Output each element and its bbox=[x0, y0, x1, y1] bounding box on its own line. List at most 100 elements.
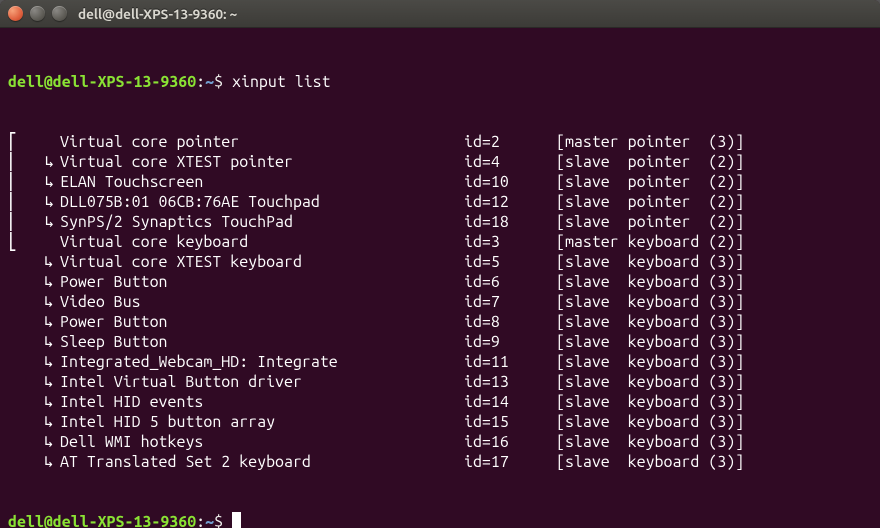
device-role: [slave pointer (2)] bbox=[556, 192, 872, 212]
device-role: [slave keyboard (3)] bbox=[556, 452, 872, 472]
device-id: id=12 bbox=[464, 192, 556, 212]
device-id: id=14 bbox=[464, 392, 556, 412]
tree-glyph: ⎜ ↳ bbox=[8, 152, 60, 172]
device-name: Virtual core keyboard bbox=[60, 232, 464, 252]
device-row: ↳ Dell WMI hotkeysid=16[slave keyboard (… bbox=[8, 432, 872, 452]
device-name: SynPS/2 Synaptics TouchPad bbox=[60, 212, 464, 232]
tree-glyph: ↳ bbox=[8, 292, 60, 312]
device-id: id=2 bbox=[464, 132, 556, 152]
close-icon[interactable] bbox=[8, 6, 23, 21]
device-name: Power Button bbox=[60, 312, 464, 332]
command: xinput list bbox=[232, 72, 331, 92]
device-row: ↳ Integrated_Webcam_HD: Integrateid=11[s… bbox=[8, 352, 872, 372]
prompt-sigil: $ bbox=[214, 72, 223, 92]
device-role: [master keyboard (2)] bbox=[556, 232, 872, 252]
titlebar: dell@dell-XPS-13-9360: ~ bbox=[0, 0, 880, 28]
tree-glyph: ↳ bbox=[8, 412, 60, 432]
device-id: id=13 bbox=[464, 372, 556, 392]
tree-glyph: ↳ bbox=[8, 252, 60, 272]
prompt-line-2: dell@dell-XPS-13-9360:~$ bbox=[8, 512, 872, 528]
device-name: Intel HID events bbox=[60, 392, 464, 412]
device-role: [slave keyboard (3)] bbox=[556, 332, 872, 352]
device-role: [slave keyboard (3)] bbox=[556, 392, 872, 412]
tree-glyph: ⎡ bbox=[8, 132, 60, 152]
device-row: ↳ Intel HID eventsid=14[slave keyboard (… bbox=[8, 392, 872, 412]
device-row: ⎜ ↳ SynPS/2 Synaptics TouchPadid=18[slav… bbox=[8, 212, 872, 232]
tree-glyph: ↳ bbox=[8, 332, 60, 352]
device-name: Virtual core XTEST keyboard bbox=[60, 252, 464, 272]
prompt-sigil: $ bbox=[214, 512, 223, 528]
window-title: dell@dell-XPS-13-9360: ~ bbox=[78, 6, 237, 22]
device-role: [slave keyboard (3)] bbox=[556, 432, 872, 452]
device-name: Dell WMI hotkeys bbox=[60, 432, 464, 452]
device-role: [slave keyboard (3)] bbox=[556, 272, 872, 292]
xinput-output: ⎡ Virtual core pointerid=2[master pointe… bbox=[8, 132, 872, 472]
device-row: ↳ Power Buttonid=6[slave keyboard (3)] bbox=[8, 272, 872, 292]
device-name: Intel HID 5 button array bbox=[60, 412, 464, 432]
tree-glyph: ↳ bbox=[8, 392, 60, 412]
tree-glyph: ↳ bbox=[8, 452, 60, 472]
terminal-window: dell@dell-XPS-13-9360: ~ dell@dell-XPS-1… bbox=[0, 0, 880, 528]
device-name: Power Button bbox=[60, 272, 464, 292]
device-id: id=17 bbox=[464, 452, 556, 472]
device-row: ⎜ ↳ DLL075B:01 06CB:76AE Touchpadid=12[s… bbox=[8, 192, 872, 212]
device-name: Virtual core XTEST pointer bbox=[60, 152, 464, 172]
command-text bbox=[223, 72, 232, 92]
device-name: Virtual core pointer bbox=[60, 132, 464, 152]
prompt-path: ~ bbox=[205, 512, 214, 528]
device-role: [slave keyboard (3)] bbox=[556, 312, 872, 332]
device-role: [master pointer (3)] bbox=[556, 132, 872, 152]
tree-glyph: ↳ bbox=[8, 352, 60, 372]
device-role: [slave pointer (2)] bbox=[556, 212, 872, 232]
device-row: ↳ Virtual core XTEST keyboardid=5[slave … bbox=[8, 252, 872, 272]
device-name: ELAN Touchscreen bbox=[60, 172, 464, 192]
device-id: id=7 bbox=[464, 292, 556, 312]
device-row: ⎜ ↳ ELAN Touchscreenid=10[slave pointer … bbox=[8, 172, 872, 192]
prompt-user-host: dell@dell-XPS-13-9360 bbox=[8, 72, 196, 92]
device-name: AT Translated Set 2 keyboard bbox=[60, 452, 464, 472]
device-id: id=3 bbox=[464, 232, 556, 252]
tree-glyph: ↳ bbox=[8, 432, 60, 452]
device-id: id=5 bbox=[464, 252, 556, 272]
device-row: ↳ Video Busid=7[slave keyboard (3)] bbox=[8, 292, 872, 312]
device-id: id=4 bbox=[464, 152, 556, 172]
tree-glyph: ⎜ ↳ bbox=[8, 172, 60, 192]
tree-glyph: ↳ bbox=[8, 312, 60, 332]
device-role: [slave keyboard (3)] bbox=[556, 352, 872, 372]
device-name: DLL075B:01 06CB:76AE Touchpad bbox=[60, 192, 464, 212]
device-row: ↳ AT Translated Set 2 keyboardid=17[slav… bbox=[8, 452, 872, 472]
device-name: Video Bus bbox=[60, 292, 464, 312]
prompt-path: ~ bbox=[205, 72, 214, 92]
device-role: [slave keyboard (3)] bbox=[556, 252, 872, 272]
device-role: [slave keyboard (3)] bbox=[556, 412, 872, 432]
device-role: [slave keyboard (3)] bbox=[556, 292, 872, 312]
maximize-icon[interactable] bbox=[52, 6, 67, 21]
device-id: id=15 bbox=[464, 412, 556, 432]
device-row: ↳ Power Buttonid=8[slave keyboard (3)] bbox=[8, 312, 872, 332]
device-id: id=10 bbox=[464, 172, 556, 192]
device-id: id=18 bbox=[464, 212, 556, 232]
space bbox=[223, 512, 232, 528]
device-row: ↳ Sleep Buttonid=9[slave keyboard (3)] bbox=[8, 332, 872, 352]
device-name: Sleep Button bbox=[60, 332, 464, 352]
cursor bbox=[232, 512, 241, 528]
minimize-icon[interactable] bbox=[30, 6, 45, 21]
device-row: ⎣ Virtual core keyboardid=3[master keybo… bbox=[8, 232, 872, 252]
tree-glyph: ⎜ ↳ bbox=[8, 192, 60, 212]
device-row: ⎡ Virtual core pointerid=2[master pointe… bbox=[8, 132, 872, 152]
device-role: [slave pointer (2)] bbox=[556, 172, 872, 192]
device-name: Intel Virtual Button driver bbox=[60, 372, 464, 392]
device-id: id=11 bbox=[464, 352, 556, 372]
prompt-user-host: dell@dell-XPS-13-9360 bbox=[8, 512, 196, 528]
tree-glyph: ⎜ ↳ bbox=[8, 212, 60, 232]
device-row: ↳ Intel Virtual Button driverid=13[slave… bbox=[8, 372, 872, 392]
device-name: Integrated_Webcam_HD: Integrate bbox=[60, 352, 464, 372]
device-row: ⎜ ↳ Virtual core XTEST pointerid=4[slave… bbox=[8, 152, 872, 172]
device-id: id=6 bbox=[464, 272, 556, 292]
device-row: ↳ Intel HID 5 button arrayid=15[slave ke… bbox=[8, 412, 872, 432]
tree-glyph: ↳ bbox=[8, 272, 60, 292]
prompt-colon: : bbox=[196, 72, 205, 92]
device-role: [slave pointer (2)] bbox=[556, 152, 872, 172]
tree-glyph: ⎣ bbox=[8, 232, 60, 252]
terminal-body[interactable]: dell@dell-XPS-13-9360:~$ xinput list ⎡ V… bbox=[0, 28, 880, 528]
